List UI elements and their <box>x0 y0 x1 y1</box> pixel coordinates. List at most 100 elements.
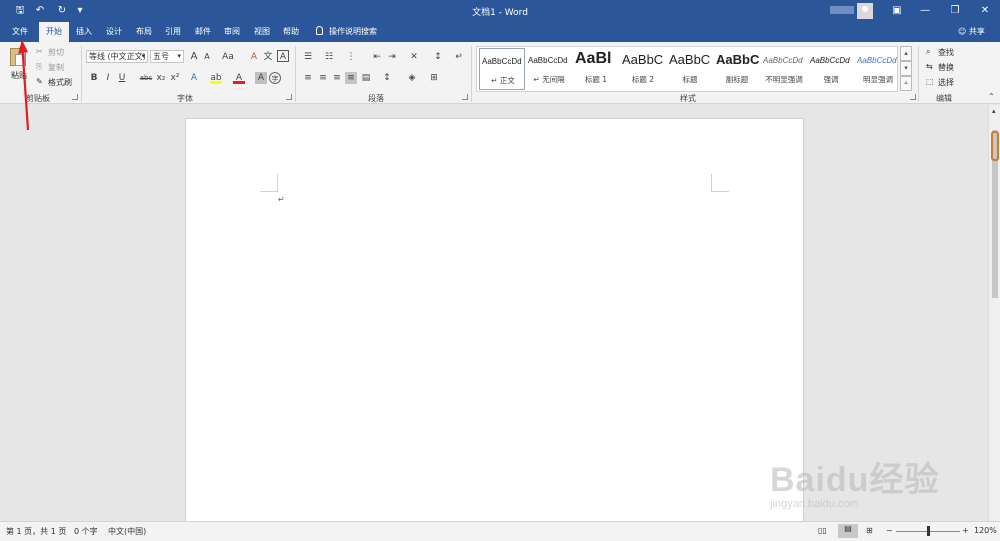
undo-icon[interactable]: ↶ <box>32 3 48 19</box>
replace-icon[interactable]: ⇆ <box>926 62 933 71</box>
style-subtitle[interactable]: AaBbC 副标题 <box>714 48 760 90</box>
user-name[interactable] <box>830 6 854 14</box>
chinese-layout-icon[interactable]: ✕ <box>408 51 420 63</box>
align-left-icon[interactable]: ≡ <box>302 72 314 84</box>
customize-quick-access-icon[interactable]: ▾ <box>72 3 88 19</box>
distributed-icon[interactable]: ▤ <box>360 72 372 84</box>
text-effects-button[interactable]: A <box>188 72 200 84</box>
increase-indent-icon[interactable]: ⇥ <box>386 51 398 63</box>
minimize-button[interactable]: — <box>910 0 940 22</box>
zoom-slider-thumb[interactable] <box>927 526 930 536</box>
tab-layout[interactable]: 布局 <box>132 22 156 42</box>
find-icon[interactable]: ⌕ <box>926 47 930 57</box>
zoom-level[interactable]: 120% <box>974 526 997 535</box>
tab-view[interactable]: 视图 <box>250 22 274 42</box>
style-heading-1[interactable]: AaBl 标题 1 <box>573 48 619 90</box>
scroll-up-icon[interactable]: ▴ <box>992 107 996 115</box>
language-indicator[interactable]: 中文(中国) <box>108 526 146 537</box>
character-shading-button[interactable]: A <box>255 72 267 84</box>
crop-mark-top-left <box>260 174 278 192</box>
bold-button[interactable]: B <box>88 72 100 84</box>
numbering-icon[interactable]: ☷ <box>323 51 335 63</box>
tell-me-label: 操作说明搜索 <box>329 27 377 36</box>
avatar[interactable] <box>857 3 873 19</box>
align-right-icon[interactable]: ≡ <box>331 72 343 84</box>
tell-me-search[interactable]: 操作说明搜索 <box>316 22 377 42</box>
group-divider <box>81 46 82 102</box>
word-count[interactable]: 0 个字 <box>74 526 98 537</box>
styles-launcher-icon[interactable] <box>910 94 916 100</box>
find-button[interactable]: 查找 <box>938 47 954 58</box>
editing-group-label: 编辑 <box>936 94 952 103</box>
gallery-down-icon[interactable]: ▾ <box>900 61 912 76</box>
strikethrough-button[interactable]: abc <box>138 72 154 84</box>
tab-help[interactable]: 帮助 <box>279 22 303 42</box>
save-icon[interactable]: 🖫 <box>12 3 28 19</box>
style-no-spacing[interactable]: AaBbCcDd ↵ 无间隔 <box>526 48 572 90</box>
phonetic-guide-button[interactable]: 文 <box>262 51 274 63</box>
style-intense-emphasis[interactable]: AaBbCcDd 明显强调 <box>855 48 901 90</box>
cut-button[interactable]: 剪切 <box>48 47 64 58</box>
ribbon-display-icon[interactable]: ▣ <box>882 0 912 22</box>
share-button[interactable]: ☺ 共享 <box>958 22 985 42</box>
gallery-up-icon[interactable]: ▴ <box>900 46 912 61</box>
line-spacing-icon[interactable]: ↕ <box>381 72 393 84</box>
font-size-select[interactable]: 五号 ▾ <box>150 50 184 63</box>
page-count[interactable]: 第 1 页，共 1 页 <box>6 526 66 537</box>
enclose-characters-button[interactable]: 字 <box>269 72 281 84</box>
clipboard-launcher-icon[interactable] <box>72 94 78 100</box>
style-sample: AaBl <box>575 50 612 67</box>
close-button[interactable]: ✕ <box>970 0 1000 22</box>
format-painter-button[interactable]: 格式刷 <box>48 77 72 88</box>
font-color-button[interactable]: A <box>233 72 245 84</box>
style-emphasis[interactable]: AaBbCcDd 强调 <box>808 48 854 90</box>
font-name-select[interactable]: 等线 (中文正文) ▾ <box>86 50 148 63</box>
grow-font-button[interactable]: A <box>188 51 200 63</box>
style-heading-2[interactable]: AaBbC 标题 2 <box>620 48 666 90</box>
highlight-button[interactable]: ab <box>210 72 222 84</box>
superscript-button[interactable]: x² <box>169 72 181 84</box>
bullets-icon[interactable]: ☰ <box>302 51 314 63</box>
subscript-button[interactable]: x₂ <box>155 72 167 84</box>
restore-button[interactable]: ❐ <box>940 0 970 22</box>
tab-review[interactable]: 审阅 <box>220 22 244 42</box>
gallery-more-icon[interactable]: ⩡ <box>900 76 912 91</box>
select-button[interactable]: 选择 <box>938 77 954 88</box>
underline-button[interactable]: U <box>116 72 128 84</box>
italic-button[interactable]: I <box>102 72 114 84</box>
redo-icon[interactable]: ↻ <box>54 3 70 19</box>
print-layout-icon[interactable]: ▤ <box>838 524 858 538</box>
tab-insert[interactable]: 插入 <box>72 22 96 42</box>
tab-mailings[interactable]: 邮件 <box>191 22 215 42</box>
change-case-button[interactable]: Aa <box>220 51 236 63</box>
document-page[interactable]: ↵ <box>185 118 804 528</box>
style-subtle-emphasis[interactable]: AaBbCcDd 不明显强调 <box>761 48 807 90</box>
copy-button[interactable]: 复制 <box>48 62 64 73</box>
collapse-ribbon-icon[interactable]: ⌃ <box>988 92 995 101</box>
tab-design[interactable]: 设计 <box>102 22 126 42</box>
zoom-in-button[interactable]: + <box>962 526 969 535</box>
borders-icon[interactable]: ⊞ <box>428 72 440 84</box>
style-normal[interactable]: AaBbCcDd ↵ 正文 <box>479 48 525 90</box>
select-icon[interactable]: ⬚ <box>926 77 934 86</box>
align-center-icon[interactable]: ≡ <box>317 72 329 84</box>
justify-icon[interactable]: ≡ <box>345 72 357 84</box>
style-title[interactable]: AaBbC 标题 <box>667 48 713 90</box>
multilevel-list-icon[interactable]: ⋮ <box>345 51 357 63</box>
zoom-out-button[interactable]: − <box>886 526 893 535</box>
clear-formatting-button[interactable]: A <box>248 51 260 63</box>
document-title: 文档1 - Word <box>472 8 528 18</box>
tab-references[interactable]: 引用 <box>161 22 185 42</box>
decrease-indent-icon[interactable]: ⇤ <box>371 51 383 63</box>
character-border-button[interactable]: A <box>277 50 289 62</box>
web-layout-icon[interactable]: ⊞ <box>866 526 873 535</box>
replace-button[interactable]: 替换 <box>938 62 954 73</box>
sort-icon[interactable]: ↕ <box>432 51 444 63</box>
show-marks-icon[interactable]: ↵ <box>453 51 465 63</box>
font-launcher-icon[interactable] <box>286 94 292 100</box>
paragraph-launcher-icon[interactable] <box>462 94 468 100</box>
shrink-font-button[interactable]: A <box>201 51 213 63</box>
read-mode-icon[interactable]: ▯▯ <box>818 526 827 535</box>
style-name: ↵ 正文 <box>480 75 524 86</box>
shading-icon[interactable]: ◈ <box>406 72 418 84</box>
